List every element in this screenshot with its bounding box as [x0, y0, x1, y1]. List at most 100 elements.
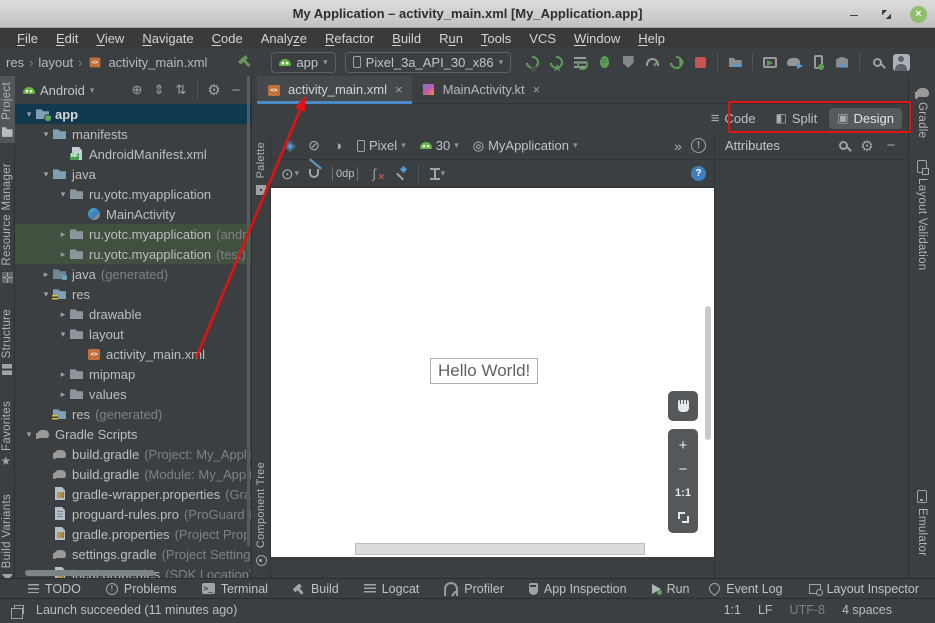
- default-margin-button[interactable]: 0dp: [332, 167, 358, 181]
- breadcrumb-activity-main-xml[interactable]: activity_main.xml: [108, 55, 207, 70]
- sidebar-item-favorites[interactable]: Favorites: [0, 395, 15, 474]
- tree-item-app[interactable]: ▾app: [15, 104, 251, 124]
- close-icon[interactable]: ×: [395, 82, 403, 97]
- toolbar-overflow-button[interactable]: [667, 135, 689, 157]
- tree-item-layout[interactable]: ▾layout: [15, 324, 251, 344]
- menu-refactor[interactable]: Refactor: [316, 31, 383, 46]
- toolwindow-button-profiler[interactable]: Profiler: [444, 582, 504, 596]
- toolwindow-button-logcat[interactable]: Logcat: [364, 582, 420, 596]
- close-button[interactable]: ×: [910, 6, 927, 23]
- align-button[interactable]: ▾: [426, 163, 448, 185]
- menu-code[interactable]: Code: [203, 31, 252, 46]
- tab-mainactivity-kt[interactable]: MainActivity.kt×: [412, 76, 550, 103]
- tree-item-java[interactable]: ▾java: [15, 164, 251, 184]
- menu-edit[interactable]: Edit: [47, 31, 87, 46]
- toolwindow-button-event-log[interactable]: Event Log: [709, 582, 782, 596]
- device-combo[interactable]: Pixel_3a_API_30_x86 ▾: [345, 52, 511, 73]
- tree-item-ru-yotc-myapplication-androidtest[interactable]: ▸ru.yotc.myapplication(androidTest): [15, 224, 251, 244]
- project-scrollbar-horizontal[interactable]: [25, 570, 155, 576]
- tree-item-ru-yotc-myapplication[interactable]: ▾ru.yotc.myapplication: [15, 184, 251, 204]
- sidebar-item-gradle[interactable]: Gradle: [909, 82, 935, 144]
- hello-world-textview[interactable]: Hello World!: [430, 358, 538, 384]
- api-selector[interactable]: 30 ▾: [414, 135, 465, 157]
- menu-build[interactable]: Build: [383, 31, 430, 46]
- attributes-hide-button[interactable]: [880, 136, 902, 156]
- toolwindow-button-layout-inspector[interactable]: Layout Inspector: [809, 582, 919, 596]
- gradle-sync-button[interactable]: [782, 51, 806, 73]
- restore-button[interactable]: [878, 6, 894, 22]
- sidebar-item-emulator[interactable]: Emulator: [909, 484, 935, 562]
- build-button[interactable]: [233, 51, 257, 73]
- menu-run[interactable]: Run: [430, 31, 472, 46]
- autoconnect-button[interactable]: [303, 163, 325, 185]
- debug-button[interactable]: [592, 51, 616, 73]
- toolwindow-button-build[interactable]: Build: [293, 582, 339, 596]
- tree-item-activity-main-xml[interactable]: activity_main.xml: [15, 344, 251, 364]
- infer-constraints-button[interactable]: [389, 163, 411, 185]
- zoom-actual-button[interactable]: 1:1: [668, 482, 698, 504]
- minimize-button[interactable]: –: [846, 6, 862, 22]
- expand-all-button[interactable]: [148, 80, 170, 100]
- menu-file[interactable]: File: [8, 31, 47, 46]
- tree-item-mipmap[interactable]: ▸mipmap: [15, 364, 251, 384]
- canvas-scrollbar-horizontal[interactable]: [355, 543, 645, 555]
- sdk-manager-button[interactable]: [830, 51, 854, 73]
- mode-button-code[interactable]: Code: [703, 107, 764, 130]
- mode-button-split[interactable]: Split: [768, 108, 826, 129]
- settings-button[interactable]: [203, 80, 225, 100]
- tree-item-androidmanifest-xml[interactable]: AndroidManifest.xml: [15, 144, 251, 164]
- tree-item-gradle-properties-project-properties[interactable]: gradle.properties(Project Properties): [15, 524, 251, 544]
- search-everywhere-button[interactable]: [865, 51, 889, 73]
- tree-item-proguard-rules-pro-proguard-rules-for-app[interactable]: proguard-rules.pro(ProGuard Rules for ap…: [15, 504, 251, 524]
- toolwindow-button-run[interactable]: Run: [652, 582, 690, 596]
- breadcrumb-layout[interactable]: layout: [38, 55, 73, 70]
- close-icon[interactable]: ×: [533, 82, 541, 97]
- status-utf-8[interactable]: UTF-8: [790, 603, 825, 617]
- breadcrumb-res[interactable]: res: [6, 55, 24, 70]
- component-tree-tab[interactable]: Component Tree: [255, 462, 267, 548]
- attach-debugger-button[interactable]: [616, 51, 640, 73]
- device-selector[interactable]: Pixel ▾: [351, 135, 412, 157]
- tree-item-gradle-scripts[interactable]: ▾Gradle Scripts: [15, 424, 251, 444]
- night-mode-button[interactable]: [327, 135, 349, 157]
- status-4-spaces[interactable]: 4 spaces: [842, 603, 892, 617]
- tree-item-gradle-wrapper-properties-gradle-version[interactable]: gradle-wrapper.properties(Gradle Version…: [15, 484, 251, 504]
- tree-item-mainactivity[interactable]: MainActivity: [15, 204, 251, 224]
- tree-item-res-generated[interactable]: res(generated): [15, 404, 251, 424]
- issues-button[interactable]: !: [691, 138, 706, 153]
- tree-item-res[interactable]: ▾res: [15, 284, 251, 304]
- zoom-out-button[interactable]: −: [668, 458, 698, 480]
- run-config-combo[interactable]: app ▾: [271, 52, 335, 73]
- toolwindow-button-terminal[interactable]: Terminal: [202, 582, 268, 596]
- attributes-settings-button[interactable]: [856, 136, 878, 156]
- locate-button[interactable]: [126, 80, 148, 100]
- tree-item-values[interactable]: ▸values: [15, 384, 251, 404]
- menu-analyze[interactable]: Analyze: [252, 31, 316, 46]
- stop-button[interactable]: [688, 51, 712, 73]
- device-file-explorer-button[interactable]: [723, 51, 747, 73]
- avatar-button[interactable]: [889, 51, 913, 73]
- sync-changes-button[interactable]: [664, 51, 688, 73]
- menu-view[interactable]: View: [87, 31, 133, 46]
- device-manager-button[interactable]: [806, 51, 830, 73]
- menu-tools[interactable]: Tools: [472, 31, 520, 46]
- toolwindow-button-app-inspection[interactable]: App Inspection: [529, 582, 627, 596]
- theme-selector[interactable]: MyApplication ▾: [467, 135, 584, 157]
- tab-activity-main-xml[interactable]: activity_main.xml×: [257, 76, 412, 103]
- tree-item-ru-yotc-myapplication-test[interactable]: ▸ru.yotc.myapplication(test): [15, 244, 251, 264]
- pan-button[interactable]: [668, 391, 698, 421]
- canvas-scrollbar-vertical[interactable]: [705, 306, 711, 440]
- run-button[interactable]: [520, 51, 544, 73]
- attributes-search-button[interactable]: [832, 136, 854, 156]
- sidebar-item-build-variants[interactable]: Build Variants: [0, 488, 15, 585]
- toolwindow-button-problems[interactable]: Problems: [106, 582, 177, 596]
- sidebar-item-layout-validation[interactable]: Layout Validation: [909, 154, 935, 276]
- apply-changes-button[interactable]: [544, 51, 568, 73]
- design-canvas[interactable]: Hello World! + − 1:1: [271, 188, 714, 557]
- status-lf[interactable]: LF: [758, 603, 773, 617]
- hide-button[interactable]: [225, 80, 247, 100]
- clear-constraints-button[interactable]: [365, 163, 387, 185]
- project-view-selector[interactable]: Android ▾: [23, 83, 94, 98]
- menu-vcs[interactable]: VCS: [520, 31, 565, 46]
- sidebar-item-project[interactable]: Project: [0, 76, 15, 143]
